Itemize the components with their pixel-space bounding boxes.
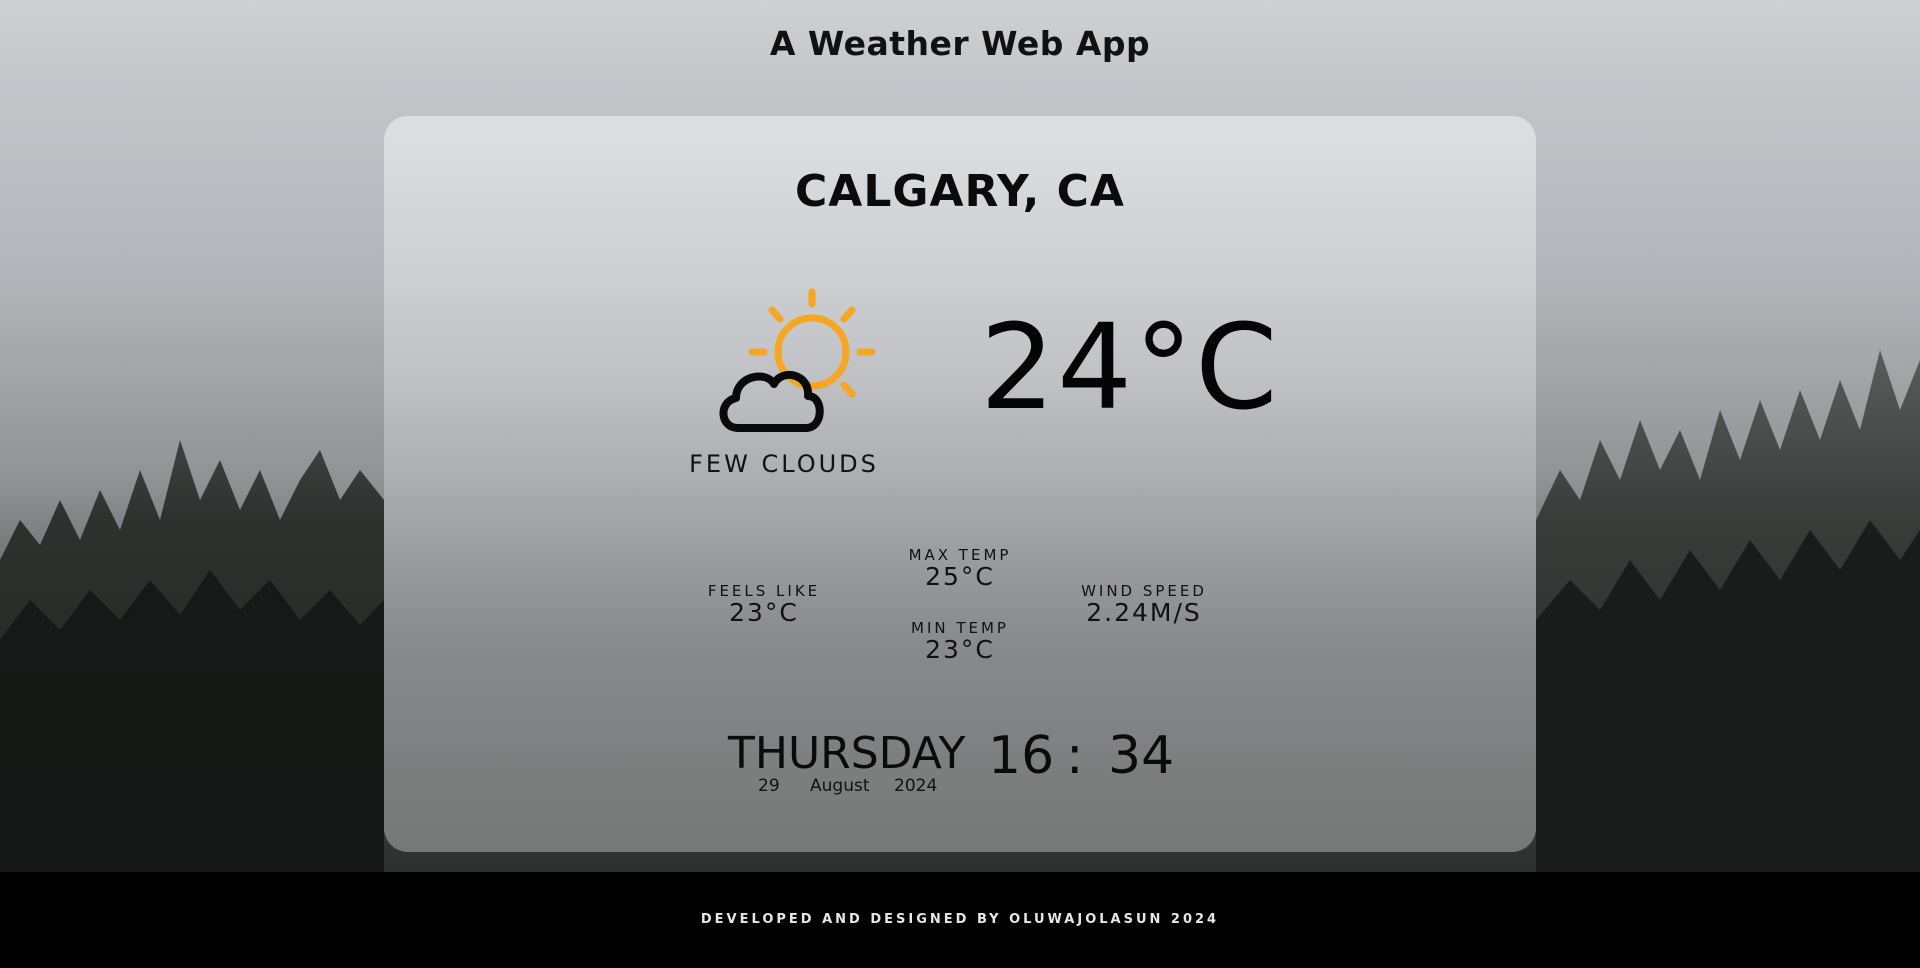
page: A Weather Web App CALGARY, CA FEW CLOUDS… xyxy=(0,0,1920,968)
wind-speed-value: 2.24M/S xyxy=(1086,598,1202,627)
weather-condition: FEW CLOUDS xyxy=(689,450,879,478)
clock-hours: 16 xyxy=(988,726,1055,786)
max-temp-stat: MAX TEMP 25°C xyxy=(890,546,1030,590)
min-temp-value: 23°C xyxy=(925,635,995,664)
min-temp-stat: MIN TEMP 23°C xyxy=(890,619,1030,663)
clock-minutes: 34 xyxy=(1108,726,1175,786)
date-year: 2024 xyxy=(894,776,938,796)
weather-card: CALGARY, CA FEW CLOUDS 24°C FEELS LIKE 2… xyxy=(384,116,1536,852)
footer: DEVELOPED AND DESIGNED BY OLUWAJOLASUN 2… xyxy=(0,872,1920,968)
feels-like-stat: FEELS LIKE 23°C xyxy=(694,582,834,626)
feels-like-value: 23°C xyxy=(729,598,799,627)
footer-credit: DEVELOPED AND DESIGNED BY OLUWAJOLASUN 2… xyxy=(700,912,1220,927)
few-clouds-day-icon xyxy=(710,276,890,446)
clock-separator: : xyxy=(1066,726,1084,786)
wind-speed-stat: WIND SPEED 2.24M/S xyxy=(1074,582,1214,626)
date-month: August xyxy=(810,776,870,796)
weekday: THURSDAY xyxy=(728,728,966,779)
date-day: 29 xyxy=(758,776,780,796)
app-title: A Weather Web App xyxy=(769,24,1151,63)
current-temperature: 24°C xyxy=(980,298,1280,436)
city-name: CALGARY, CA xyxy=(795,166,1125,217)
max-temp-value: 25°C xyxy=(925,562,995,591)
